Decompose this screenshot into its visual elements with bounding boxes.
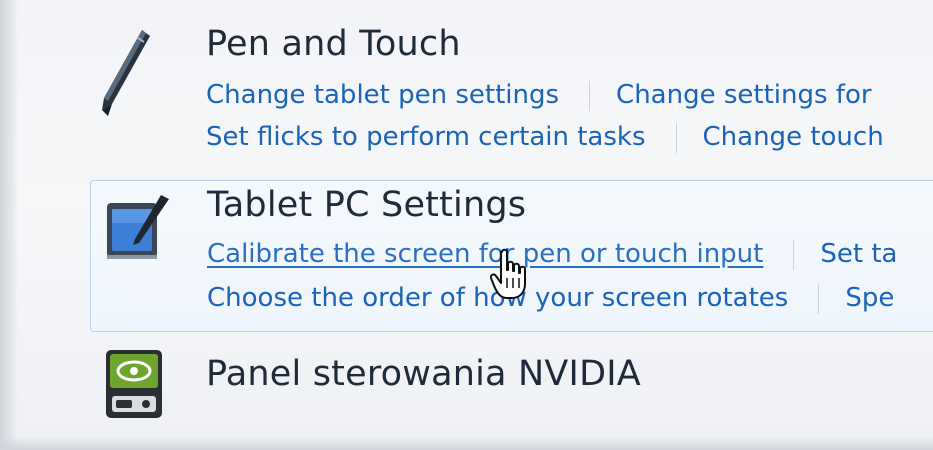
- link-separator: [818, 283, 820, 314]
- control-panel-window: Pen and Touch Change tablet pen settings…: [0, 0, 933, 450]
- calibrate-screen-link[interactable]: Calibrate the screen for pen or touch in…: [207, 239, 763, 269]
- change-settings-for-link[interactable]: Change settings for: [616, 80, 872, 110]
- link-separator: [589, 80, 591, 111]
- tablet-pc-links-row1: Calibrate the screen for pen or touch in…: [207, 239, 897, 270]
- bottom-edge-shadow: [0, 436, 933, 450]
- pen-and-touch-links-row2: Set flicks to perform certain tasks Chang…: [206, 122, 884, 153]
- tablet-pc-icon[interactable]: [103, 193, 173, 263]
- specify-link[interactable]: Spe: [845, 283, 894, 313]
- pen-and-touch-links-row1: Change tablet pen settings Change setting…: [206, 80, 872, 111]
- set-tablet-buttons-link[interactable]: Set ta: [820, 239, 897, 269]
- nvidia-control-panel-title[interactable]: Panel sterowania NVIDIA: [206, 354, 641, 394]
- tablet-pc-settings-title[interactable]: Tablet PC Settings: [207, 185, 526, 225]
- pen-and-touch-title[interactable]: Pen and Touch: [206, 24, 461, 64]
- link-separator: [675, 122, 677, 153]
- set-flicks-link[interactable]: Set flicks to perform certain tasks: [206, 122, 646, 152]
- left-edge-shadow: [0, 0, 18, 450]
- nvidia-icon[interactable]: [100, 346, 170, 422]
- hand-pointer-cursor-icon: [490, 248, 526, 299]
- link-separator: [793, 239, 795, 270]
- category-pen-and-touch: Pen and Touch Change tablet pen settings…: [90, 18, 933, 166]
- pen-icon[interactable]: [90, 26, 160, 118]
- category-nvidia-control-panel: Panel sterowania NVIDIA: [90, 338, 933, 428]
- change-tablet-pen-settings-link[interactable]: Change tablet pen settings: [206, 80, 559, 110]
- change-touch-link[interactable]: Change touch: [703, 122, 884, 152]
- tablet-pc-links-row2: Choose the order of how your screen rota…: [207, 283, 894, 314]
